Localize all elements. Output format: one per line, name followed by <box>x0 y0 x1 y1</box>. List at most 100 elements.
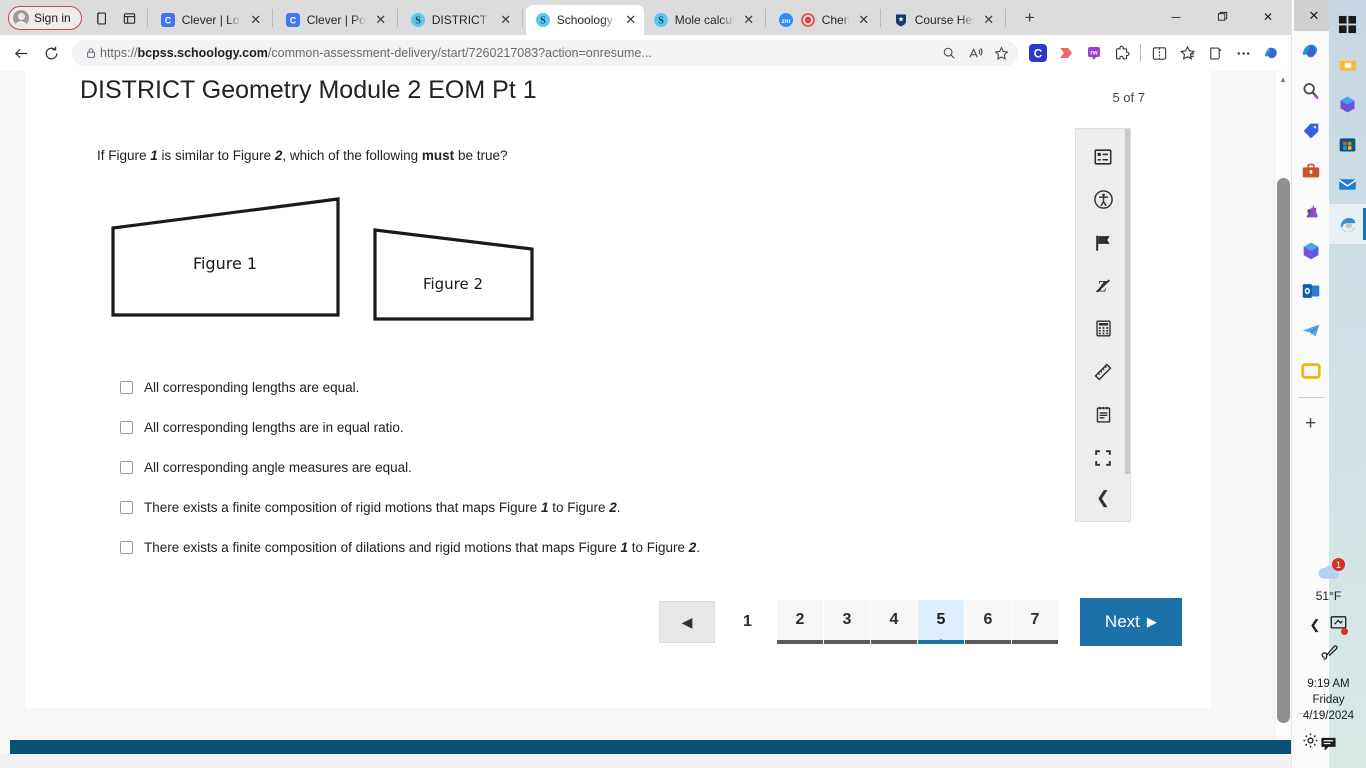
add-to-collection-icon[interactable] <box>1201 39 1229 67</box>
answer-eliminator-icon[interactable] <box>1075 135 1131 178</box>
copilot-icon[interactable] <box>1291 31 1331 71</box>
answer-choice[interactable]: All corresponding angle measures are equ… <box>120 459 980 499</box>
copilot-icon[interactable] <box>1257 39 1285 67</box>
outlook-icon[interactable] <box>1291 271 1331 311</box>
answer-choice[interactable]: There exists a finite composition of dil… <box>120 539 980 579</box>
games-icon[interactable] <box>1291 191 1331 231</box>
fullscreen-icon[interactable] <box>1075 436 1131 479</box>
page-number-1[interactable]: 1 <box>743 613 752 631</box>
close-icon[interactable]: ✕ <box>372 11 390 29</box>
browser-tab[interactable]: C Clever | Log ✕ <box>151 5 269 35</box>
close-icon[interactable]: ✕ <box>740 11 758 29</box>
edge-icon[interactable] <box>1329 204 1366 244</box>
refresh-icon[interactable] <box>36 38 66 68</box>
weather-widget[interactable]: 1 51°F <box>1315 558 1345 603</box>
close-icon[interactable]: ✕ <box>980 11 998 29</box>
tool-rail-collapse-button[interactable]: ❮ <box>1075 474 1131 522</box>
scroll-up-button[interactable]: ▲ <box>1275 71 1291 88</box>
zoom-icon[interactable] <box>936 41 962 65</box>
page-number-5-current[interactable]: 5 <box>917 600 964 644</box>
readwrite-extension-icon[interactable]: rw <box>1080 39 1108 67</box>
split-screen-icon[interactable] <box>1145 39 1173 67</box>
answer-choice-label: There exists a finite composition of rig… <box>144 500 621 515</box>
close-icon[interactable]: ✕ <box>497 11 515 29</box>
next-label: Next <box>1104 612 1140 631</box>
checkbox-icon[interactable] <box>120 501 133 514</box>
checkbox-icon[interactable] <box>120 421 133 434</box>
close-icon[interactable]: ✕ <box>247 11 265 29</box>
screen-share-icon[interactable] <box>1330 615 1349 635</box>
pen-icon[interactable] <box>1319 643 1339 666</box>
minimize-button[interactable]: ─ <box>1153 0 1199 33</box>
pagination: ◀ 1 2 3 4 5 6 7 Next ▶ <box>659 598 1182 646</box>
answer-choice[interactable]: There exists a finite composition of rig… <box>120 499 980 539</box>
notepad-icon[interactable] <box>1075 393 1131 436</box>
start-icon[interactable] <box>1329 4 1366 44</box>
answer-choice[interactable]: All corresponding lengths are in equal r… <box>120 419 980 459</box>
mail-icon[interactable] <box>1329 164 1366 204</box>
extensions-icon[interactable] <box>1108 39 1136 67</box>
more-icon[interactable] <box>1229 39 1257 67</box>
office-icon[interactable] <box>1329 84 1366 124</box>
ruler-icon[interactable] <box>1075 350 1131 393</box>
page-number-4[interactable]: 4 <box>870 600 917 644</box>
page-number-3[interactable]: 3 <box>823 600 870 644</box>
browser-tab[interactable]: zm Chemis ✕ <box>769 5 877 35</box>
clock[interactable]: 9:19 AM Friday 4/19/2024 <box>1303 676 1354 724</box>
chat-icon[interactable] <box>1319 736 1338 758</box>
new-tab-button[interactable]: + <box>1015 4 1045 32</box>
answer-choice[interactable]: All corresponding lengths are equal. <box>120 379 980 419</box>
shopping-tag-icon[interactable] <box>1291 111 1331 151</box>
calculator-icon[interactable] <box>1075 307 1131 350</box>
favorite-icon[interactable] <box>988 41 1014 65</box>
address-bar[interactable]: https://bcpss.schoology.com/common-asses… <box>72 40 1018 66</box>
split-tabs-icon[interactable] <box>116 4 144 32</box>
sidebar-close-button[interactable]: ✕ <box>1294 0 1334 31</box>
next-button[interactable]: Next ▶ <box>1079 598 1182 646</box>
browser-tab[interactable]: ★ Course Hero ✕ <box>884 5 1002 35</box>
microsoft-store-icon[interactable] <box>1329 124 1366 164</box>
svg-text:C: C <box>164 16 171 26</box>
tab-actions-icon[interactable] <box>88 4 116 32</box>
browser-tab[interactable]: S DISTRICT Ge ✕ <box>401 5 519 35</box>
checkbox-icon[interactable] <box>120 461 133 474</box>
page-number-2[interactable]: 2 <box>776 600 823 644</box>
flag-icon[interactable] <box>1075 221 1131 264</box>
clever-extension-icon[interactable]: C <box>1024 39 1052 67</box>
close-icon[interactable]: ✕ <box>622 11 640 29</box>
telegram-icon[interactable] <box>1291 311 1331 351</box>
checkbox-icon[interactable] <box>120 541 133 554</box>
imagus-extension-icon[interactable] <box>1052 39 1080 67</box>
previous-page-button[interactable]: ◀ <box>659 601 715 643</box>
search-icon[interactable] <box>1291 71 1331 111</box>
page-scrollbar[interactable]: ▲ ▼ <box>1274 71 1291 768</box>
close-window-button[interactable]: ✕ <box>1245 0 1291 33</box>
back-icon[interactable] <box>6 38 36 68</box>
file-explorer-icon[interactable] <box>1329 44 1366 84</box>
maximize-button[interactable] <box>1199 0 1245 33</box>
tools-icon[interactable] <box>1291 151 1331 191</box>
browser-tab-active[interactable]: S Schoology ✕ <box>525 5 644 35</box>
office-icon[interactable] <box>1291 231 1331 271</box>
browser-tab[interactable]: C Clever | Port ✕ <box>276 5 394 35</box>
scrollbar-thumb[interactable] <box>1277 178 1290 723</box>
checkbox-icon[interactable] <box>120 381 133 394</box>
page-number-7[interactable]: 7 <box>1011 600 1058 644</box>
accessibility-icon[interactable] <box>1075 178 1131 221</box>
window-icon[interactable] <box>1291 351 1331 391</box>
assessment-tool-rail: Z <box>1075 128 1131 480</box>
answer-choice-label: All corresponding lengths are in equal r… <box>144 420 404 435</box>
tray-chevron-icon[interactable]: ❮ <box>1310 617 1321 633</box>
tab-title: Clever | Log <box>181 13 241 27</box>
sign-in-button[interactable]: Sign in <box>8 6 82 30</box>
browser-tab[interactable]: S Mole calcula ✕ <box>644 5 762 35</box>
collections-icon[interactable] <box>1173 39 1201 67</box>
tab-divider <box>879 9 881 27</box>
page-number-6[interactable]: 6 <box>964 600 1011 644</box>
close-icon[interactable]: ✕ <box>855 11 873 29</box>
read-aloud-icon[interactable] <box>962 41 988 65</box>
strikethrough-icon[interactable]: Z <box>1075 264 1131 307</box>
tool-rail-scrollbar[interactable] <box>1125 129 1130 474</box>
horizontal-scrollbar[interactable] <box>0 754 1291 768</box>
add-sidebar-app-button[interactable]: + <box>1291 404 1331 444</box>
